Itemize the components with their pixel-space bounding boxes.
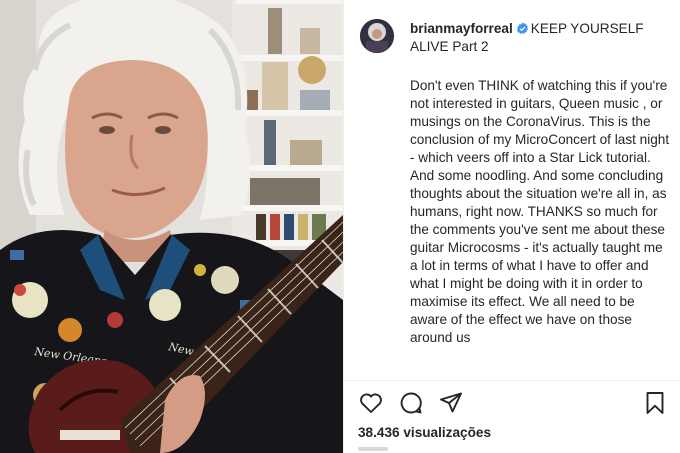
divider bbox=[344, 380, 680, 381]
view-count-number: 38.436 bbox=[358, 425, 400, 440]
action-bar bbox=[358, 390, 464, 416]
view-count: 38.436 visualizações bbox=[358, 425, 491, 440]
avatar[interactable] bbox=[360, 19, 394, 53]
video-frame-illustration: New Orleans New Orleans bbox=[0, 0, 343, 453]
avatar-image bbox=[360, 19, 394, 53]
comment-bubble-icon[interactable] bbox=[398, 390, 424, 416]
verified-badge-icon bbox=[516, 22, 528, 34]
heart-icon[interactable] bbox=[358, 390, 384, 416]
view-count-label: visualizações bbox=[403, 425, 492, 440]
caption-body: Don't even THINK of watching this if you… bbox=[410, 78, 670, 345]
post-side-panel: brianmayforreal KEEP YOURSELF ALIVE Part … bbox=[343, 0, 680, 453]
post-video[interactable]: New Orleans New Orleans bbox=[0, 0, 343, 453]
paper-plane-icon[interactable] bbox=[438, 390, 464, 416]
username-link[interactable]: brianmayforreal bbox=[410, 21, 513, 36]
instagram-post: New Orleans New Orleans bbox=[0, 0, 680, 453]
timestamp-placeholder bbox=[358, 447, 388, 451]
bookmark-icon[interactable] bbox=[642, 390, 668, 416]
caption-header: brianmayforreal KEEP YOURSELF ALIVE Part … bbox=[410, 20, 672, 56]
